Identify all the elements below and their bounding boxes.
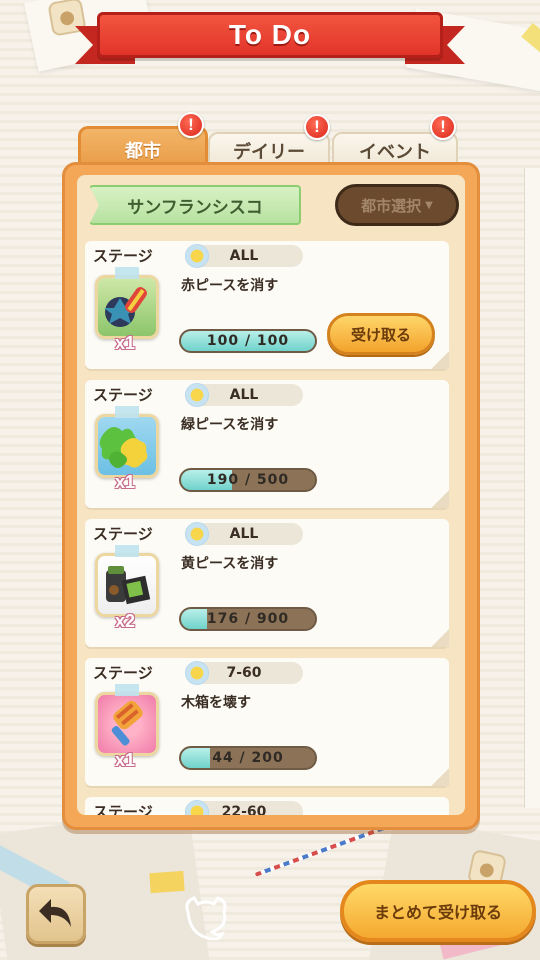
stage-label: ALL <box>229 248 259 264</box>
tab-label: デイリー <box>233 142 305 163</box>
alert-badge-icon: ! <box>178 112 204 138</box>
city-select-label: 都市選択 <box>361 196 422 215</box>
film-roll-icon <box>95 553 159 617</box>
mission-progress-bar: 190 / 500 <box>179 468 317 492</box>
green-pieces-icon <box>95 414 159 478</box>
page-fold <box>431 351 449 369</box>
back-arrow-icon <box>39 899 71 927</box>
claim-reward-button[interactable]: 受け取る <box>327 313 435 355</box>
hammer-icon <box>95 692 159 756</box>
ribbon-band: To Do <box>97 12 443 58</box>
stage-sun-icon <box>185 661 209 685</box>
reward-multiplier: x1 <box>115 750 136 770</box>
stage-sun-icon <box>185 383 209 407</box>
side-paper <box>524 168 540 808</box>
mission-text: 赤ピースを消す <box>181 278 279 294</box>
reward-multiplier: x1 <box>115 472 136 492</box>
tab-label: 都市 <box>125 140 161 162</box>
stage-sun-icon <box>185 244 209 268</box>
mission-type: ステージ <box>93 386 153 404</box>
page-fold <box>431 490 449 508</box>
city-name-label: サンフランシスコ <box>89 185 301 225</box>
claim-all-button[interactable]: まとめて受け取る <box>340 880 536 942</box>
tab-label: イベント <box>359 142 431 163</box>
mission-text: 緑ピースを消す <box>181 417 279 433</box>
mission-type: ステージ <box>93 803 153 815</box>
reward-multiplier: x1 <box>115 333 136 353</box>
city-select-button[interactable]: 都市選択 ▼ <box>335 184 459 226</box>
tape-decoration <box>115 406 139 418</box>
tape-decoration <box>115 267 139 279</box>
mission-progress-bar: 44 / 200 <box>179 746 317 770</box>
mission-type: ステージ <box>93 525 153 543</box>
stage-label: 22-60 <box>221 804 267 815</box>
stage-label: ALL <box>229 526 259 542</box>
mission-card: ステージ ALL 赤ピースを消す x1 100 / 100 受け取る <box>85 241 449 369</box>
progress-text: 100 / 100 <box>206 333 290 349</box>
mission-progress-bar: 100 / 100 <box>179 329 317 353</box>
alert-badge-icon: ! <box>430 114 456 140</box>
tape-decoration <box>115 684 139 696</box>
mission-card: ステージ ALL 緑ピースを消す x1 190 / 500 <box>85 380 449 508</box>
page-fold <box>431 768 449 786</box>
cat-silhouette-icon <box>185 896 227 940</box>
stage-label: ALL <box>229 387 259 403</box>
tape-decoration <box>115 545 139 557</box>
progress-text: 190 / 500 <box>206 472 290 488</box>
chevron-down-icon: ▼ <box>425 199 433 211</box>
mission-card: ステージ 7-60 木箱を壊す x1 44 / 200 <box>85 658 449 786</box>
mission-progress-bar: 176 / 900 <box>179 607 317 631</box>
page-fold <box>431 629 449 647</box>
mission-panel-inner: サンフランシスコ 都市選択 ▼ ステージ ALL 赤ピースを消す x1 100 … <box>77 175 465 815</box>
reward-multiplier: x2 <box>115 611 136 631</box>
progress-text: 44 / 200 <box>212 750 284 766</box>
mission-card: ステージ ALL 黄ピースを消す x2 176 / 900 <box>85 519 449 647</box>
mission-type: ステージ <box>93 664 153 682</box>
alert-badge-icon: ! <box>304 114 330 140</box>
mission-panel: サンフランシスコ 都市選択 ▼ ステージ ALL 赤ピースを消す x1 100 … <box>62 162 480 830</box>
mission-text: 木箱を壊す <box>181 695 251 711</box>
stage-label: 7-60 <box>226 665 262 681</box>
mission-type: ステージ <box>93 247 153 265</box>
mission-text: 黄ピースを消す <box>181 556 279 572</box>
stage-sun-icon <box>185 522 209 546</box>
back-button[interactable] <box>26 884 86 944</box>
bomb-rocket-icon <box>95 275 159 339</box>
title-ribbon: To Do <box>75 8 465 64</box>
page-title: To Do <box>228 19 312 50</box>
mission-card: ステージ 22-60 <box>85 797 449 815</box>
progress-text: 176 / 900 <box>206 611 290 627</box>
